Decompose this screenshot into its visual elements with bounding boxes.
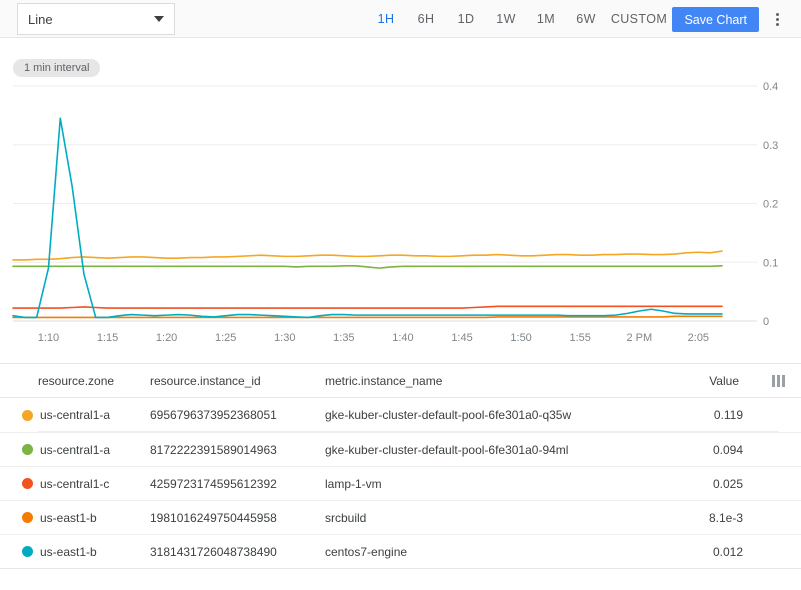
x-axis-tick-label: 2 PM [626, 332, 652, 344]
cell-zone: us-central1-c [40, 477, 109, 491]
cell-value: 0.119 [714, 408, 743, 422]
cell-value: 8.1e-3 [709, 511, 743, 525]
series-color-dot [22, 546, 33, 557]
cell-instance-id: 1981016249750445958 [150, 511, 277, 525]
cell-instance-id: 8172222391589014963 [150, 443, 277, 457]
series-color-dot [22, 444, 33, 455]
cell-instance-name: lamp-1-vm [325, 477, 382, 491]
cell-instance-name: gke-kuber-cluster-default-pool-6fe301a0-… [325, 443, 568, 457]
table-body: us-central1-a 6956796373952368051 gke-kube… [0, 398, 801, 568]
cell-instance-id: 4259723174595612392 [150, 477, 277, 491]
save-chart-button[interactable]: Save Chart [672, 7, 759, 32]
interval-row: 1 min interval [0, 38, 801, 68]
series-line [13, 306, 722, 308]
series-line [13, 266, 722, 268]
column-header-instance-id[interactable]: resource.instance_id [150, 374, 261, 388]
table-bottom-divider [0, 568, 801, 569]
x-axis-tick-label: 2:05 [688, 332, 709, 344]
range-button-1h[interactable]: 1H [366, 8, 406, 30]
column-header-zone[interactable]: resource.zone [38, 374, 114, 388]
series-line [13, 251, 722, 260]
cell-instance-name: srcbuild [325, 511, 366, 525]
series-table: resource.zone resource.instance_id metri… [0, 364, 801, 568]
table-header-row: resource.zone resource.instance_id metri… [0, 364, 801, 398]
column-header-value[interactable]: Value [709, 374, 739, 388]
x-axis-tick-label: 1:45 [451, 332, 472, 344]
series-line [13, 118, 722, 317]
chart-type-value: Line [28, 12, 154, 27]
cell-value: 0.012 [713, 545, 743, 559]
x-axis-tick-label: 1:50 [510, 332, 531, 344]
range-button-1m[interactable]: 1M [526, 8, 566, 30]
cell-zone: us-east1-b [40, 545, 97, 559]
column-header-instance-name[interactable]: metric.instance_name [325, 374, 442, 388]
y-axis-tick-label: 0.3 [763, 140, 778, 152]
range-button-6w[interactable]: 6W [566, 8, 606, 30]
cell-instance-name: centos7-engine [325, 545, 407, 559]
cell-value: 0.094 [713, 443, 743, 457]
chart-toolbar: Line 1H6H1D1W1M6WCUSTOM Save Chart [0, 0, 801, 38]
cell-zone: us-east1-b [40, 511, 97, 525]
x-axis-tick-label: 1:40 [392, 332, 413, 344]
table-row[interactable]: us-central1-c 4259723174595612392 lamp-1-v… [0, 466, 801, 500]
chart-type-select[interactable]: Line [17, 3, 175, 35]
chart-explorer-panel: Line 1H6H1D1W1M6WCUSTOM Save Chart 1 min… [0, 0, 801, 590]
cell-instance-name: gke-kuber-cluster-default-pool-6fe301a0-… [325, 408, 571, 422]
x-axis-tick-label: 1:20 [156, 332, 177, 344]
table-row[interactable]: us-east1-b 1981016249750445958 srcbuild 8.1… [0, 500, 801, 534]
series-color-dot [22, 478, 33, 489]
cell-instance-id: 3181431726048738490 [150, 545, 277, 559]
range-button-1d[interactable]: 1D [446, 8, 486, 30]
chevron-down-icon [154, 16, 164, 22]
columns-icon[interactable] [772, 375, 785, 387]
y-axis-tick-label: 0.2 [763, 199, 778, 211]
chart-canvas: 0 0.1 0.2 0.3 0.4 1:10 1:15 1:20 1:25 1:30 1:35 1:4… [0, 68, 801, 363]
table-row[interactable]: us-east1-b 3181431726048738490 centos7-eng… [0, 534, 801, 568]
cell-zone: us-central1-a [40, 443, 110, 457]
range-button-custom[interactable]: CUSTOM [606, 8, 672, 30]
x-axis-tick-label: 1:55 [569, 332, 590, 344]
x-axis-tick-label: 1:10 [38, 332, 59, 344]
range-button-6h[interactable]: 6H [406, 8, 446, 30]
time-range-group: 1H6H1D1W1M6WCUSTOM [366, 0, 672, 38]
kebab-menu-icon[interactable] [769, 10, 785, 28]
table-row[interactable]: us-central1-a 8172222391589014963 gke-kube… [0, 432, 801, 466]
y-axis-tick-label: 0.1 [763, 257, 778, 269]
cell-zone: us-central1-a [40, 408, 110, 422]
series-color-dot [22, 512, 33, 523]
line-chart[interactable]: 0 0.1 0.2 0.3 0.4 1:10 1:15 1:20 1:25 1:30 1:35 1:4… [0, 68, 801, 363]
table-row[interactable]: us-central1-a 6956796373952368051 gke-kube… [0, 398, 801, 432]
y-axis-tick-label: 0.4 [763, 81, 778, 93]
y-axis-tick-label: 0 [763, 316, 769, 328]
x-axis-tick-label: 1:25 [215, 332, 236, 344]
x-axis-tick-label: 1:15 [97, 332, 118, 344]
x-axis-tick-label: 1:35 [333, 332, 354, 344]
series-color-dot [22, 410, 33, 421]
cell-instance-id: 6956796373952368051 [150, 408, 277, 422]
cell-value: 0.025 [713, 477, 743, 491]
range-button-1w[interactable]: 1W [486, 8, 526, 30]
x-axis-tick-label: 1:30 [274, 332, 295, 344]
